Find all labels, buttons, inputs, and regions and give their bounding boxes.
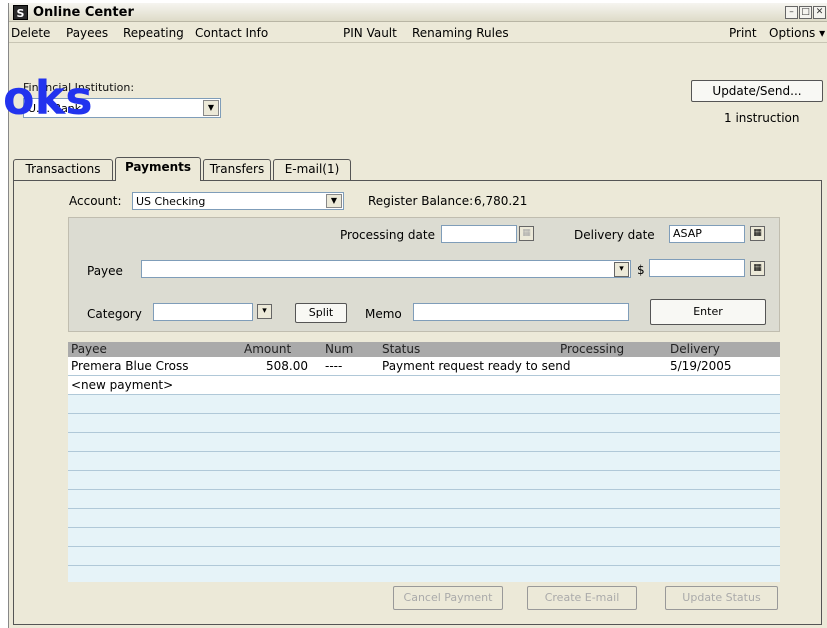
online-center-window: S Online Center – □ ✕ Delete Payees Repe… — [3, 3, 827, 628]
calendar-icon[interactable]: ▦ — [750, 226, 765, 241]
payments-register: Payee Amount Num Status Processing Deliv… — [68, 342, 780, 582]
update-send-button[interactable]: Update/Send... — [691, 80, 823, 102]
dropdown-icon[interactable]: ▾ — [614, 262, 629, 277]
account-select[interactable]: US Checking ▼ — [132, 192, 344, 210]
menu-repeating[interactable]: Repeating — [123, 26, 184, 40]
update-status-button[interactable]: Update Status — [665, 586, 778, 610]
memo-label: Memo — [365, 307, 402, 321]
category-label: Category — [87, 307, 142, 321]
table-row[interactable]: Premera Blue Cross 508.00 ---- Payment r… — [68, 357, 780, 376]
tab-transactions[interactable]: Transactions — [13, 159, 113, 180]
maximize-icon[interactable]: □ — [799, 6, 812, 19]
register-balance-label: Register Balance: — [368, 194, 474, 208]
table-row[interactable] — [68, 566, 780, 582]
table-row[interactable] — [68, 414, 780, 433]
dollar-sign: $ — [637, 263, 645, 277]
table-row[interactable] — [68, 528, 780, 547]
calendar-icon[interactable]: ▦ — [519, 226, 534, 241]
payee-label: Payee — [87, 264, 123, 278]
amount-input[interactable] — [649, 259, 745, 277]
table-row[interactable] — [68, 509, 780, 528]
menu-contact-info[interactable]: Contact Info — [195, 26, 268, 40]
table-row[interactable] — [68, 452, 780, 471]
menu-bar: Delete Payees Repeating Contact Info PIN… — [9, 23, 827, 43]
minimize-icon[interactable]: – — [785, 6, 798, 19]
create-email-button[interactable]: Create E-mail — [527, 586, 637, 610]
register-balance-value: 6,780.21 — [474, 194, 528, 208]
processing-date-label: Processing date — [340, 228, 435, 242]
cancel-payment-button[interactable]: Cancel Payment — [393, 586, 503, 610]
chevron-down-icon[interactable]: ▼ — [326, 194, 342, 208]
menu-print[interactable]: Print — [729, 26, 757, 40]
close-icon[interactable]: ✕ — [813, 6, 826, 19]
menu-renaming-rules[interactable]: Renaming Rules — [412, 26, 509, 40]
title-bar: S Online Center – □ ✕ — [9, 3, 827, 22]
table-row[interactable] — [68, 395, 780, 414]
table-row[interactable]: <new payment> — [68, 376, 780, 395]
menu-pin-vault[interactable]: PIN Vault — [343, 26, 397, 40]
dropdown-icon[interactable]: ▾ — [257, 304, 272, 319]
menu-payees[interactable]: Payees — [66, 26, 108, 40]
account-value: US Checking — [136, 195, 206, 208]
delivery-date-input[interactable]: ASAP — [669, 225, 745, 243]
payments-panel: Account: US Checking ▼ Register Balance:… — [13, 180, 822, 625]
logo-overlay: oks — [3, 71, 93, 125]
enter-button[interactable]: Enter — [650, 299, 766, 325]
memo-input[interactable] — [413, 303, 629, 321]
payment-entry-form: Processing date ▦ Delivery date ASAP ▦ P… — [68, 217, 780, 332]
table-row[interactable] — [68, 471, 780, 490]
header-amount[interactable]: Amount — [244, 342, 291, 356]
chevron-down-icon[interactable]: ▼ — [203, 100, 219, 116]
header-delivery[interactable]: Delivery — [670, 342, 720, 356]
header-processing[interactable]: Processing — [560, 342, 624, 356]
account-label: Account: — [69, 194, 122, 208]
calculator-icon[interactable]: ▦ — [750, 261, 765, 276]
split-button[interactable]: Split — [295, 303, 347, 323]
tab-payments[interactable]: Payments — [115, 157, 201, 181]
register-header: Payee Amount Num Status Processing Deliv… — [68, 342, 780, 357]
instruction-count: 1 instruction — [724, 111, 800, 125]
app-icon: S — [13, 5, 28, 20]
header-num[interactable]: Num — [325, 342, 353, 356]
menu-options[interactable]: Options ▾ — [769, 26, 825, 40]
window-title: Online Center — [33, 5, 134, 20]
tab-transfers[interactable]: Transfers — [203, 159, 271, 180]
table-row[interactable] — [68, 547, 780, 566]
table-row[interactable] — [68, 490, 780, 509]
delivery-date-value: ASAP — [673, 227, 702, 240]
header-payee[interactable]: Payee — [71, 342, 107, 356]
menu-delete[interactable]: Delete — [11, 26, 50, 40]
payee-input[interactable] — [141, 260, 631, 278]
header-status[interactable]: Status — [382, 342, 420, 356]
table-row[interactable] — [68, 433, 780, 452]
delivery-date-label: Delivery date — [574, 228, 655, 242]
category-input[interactable] — [153, 303, 253, 321]
tab-email[interactable]: E-mail(1) — [273, 159, 351, 180]
processing-date-input[interactable] — [441, 225, 517, 243]
